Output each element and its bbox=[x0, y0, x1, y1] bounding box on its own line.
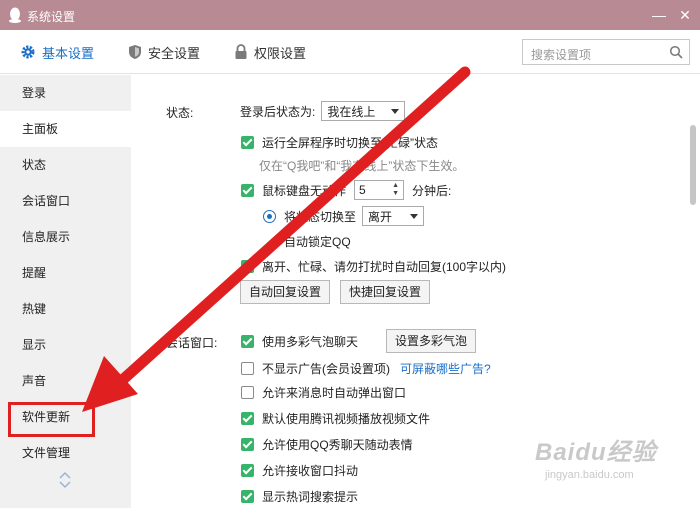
annotation-arrow-icon bbox=[82, 66, 471, 412]
